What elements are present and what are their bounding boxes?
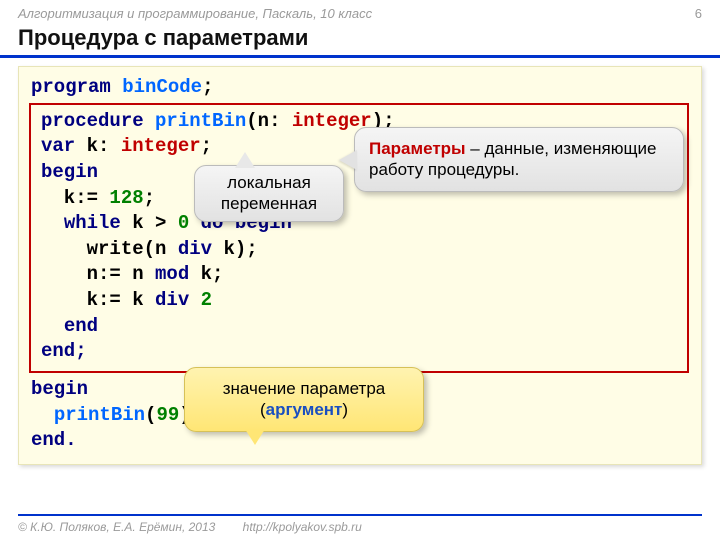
code-line: end <box>41 314 677 340</box>
page-title: Процедура с параметрами <box>0 23 720 58</box>
code-line: while k > 0 do begin <box>41 211 677 237</box>
code-block: program binCode; procedure printBin(n: i… <box>18 66 702 465</box>
callout-parameters: Параметры – данные, изменяющие работу пр… <box>354 127 684 192</box>
code-line: write(n div k); <box>41 237 677 263</box>
code-line: k:= k div 2 <box>41 288 677 314</box>
footer: © К.Ю. Поляков, Е.А. Ерёмин, 2013 http:/… <box>18 514 702 534</box>
id-bincode: binCode <box>122 76 202 98</box>
code-line: n:= n mod k; <box>41 262 677 288</box>
footer-copyright: © К.Ю. Поляков, Е.А. Ерёмин, 2013 <box>18 520 215 534</box>
callout-local-var: локальная переменная <box>194 165 344 222</box>
breadcrumb: Алгоритмизация и программирование, Паска… <box>0 0 720 23</box>
page-number: 6 <box>695 6 702 21</box>
callout-argument: значение параметра (аргумент) <box>184 367 424 432</box>
footer-url: http://kpolyakov.spb.ru <box>243 520 362 534</box>
code-line: end. <box>31 428 689 454</box>
code-line: end; <box>41 339 677 365</box>
code-line: program binCode; <box>31 75 689 101</box>
kw-program: program <box>31 76 111 98</box>
params-label: Параметры <box>369 139 466 158</box>
